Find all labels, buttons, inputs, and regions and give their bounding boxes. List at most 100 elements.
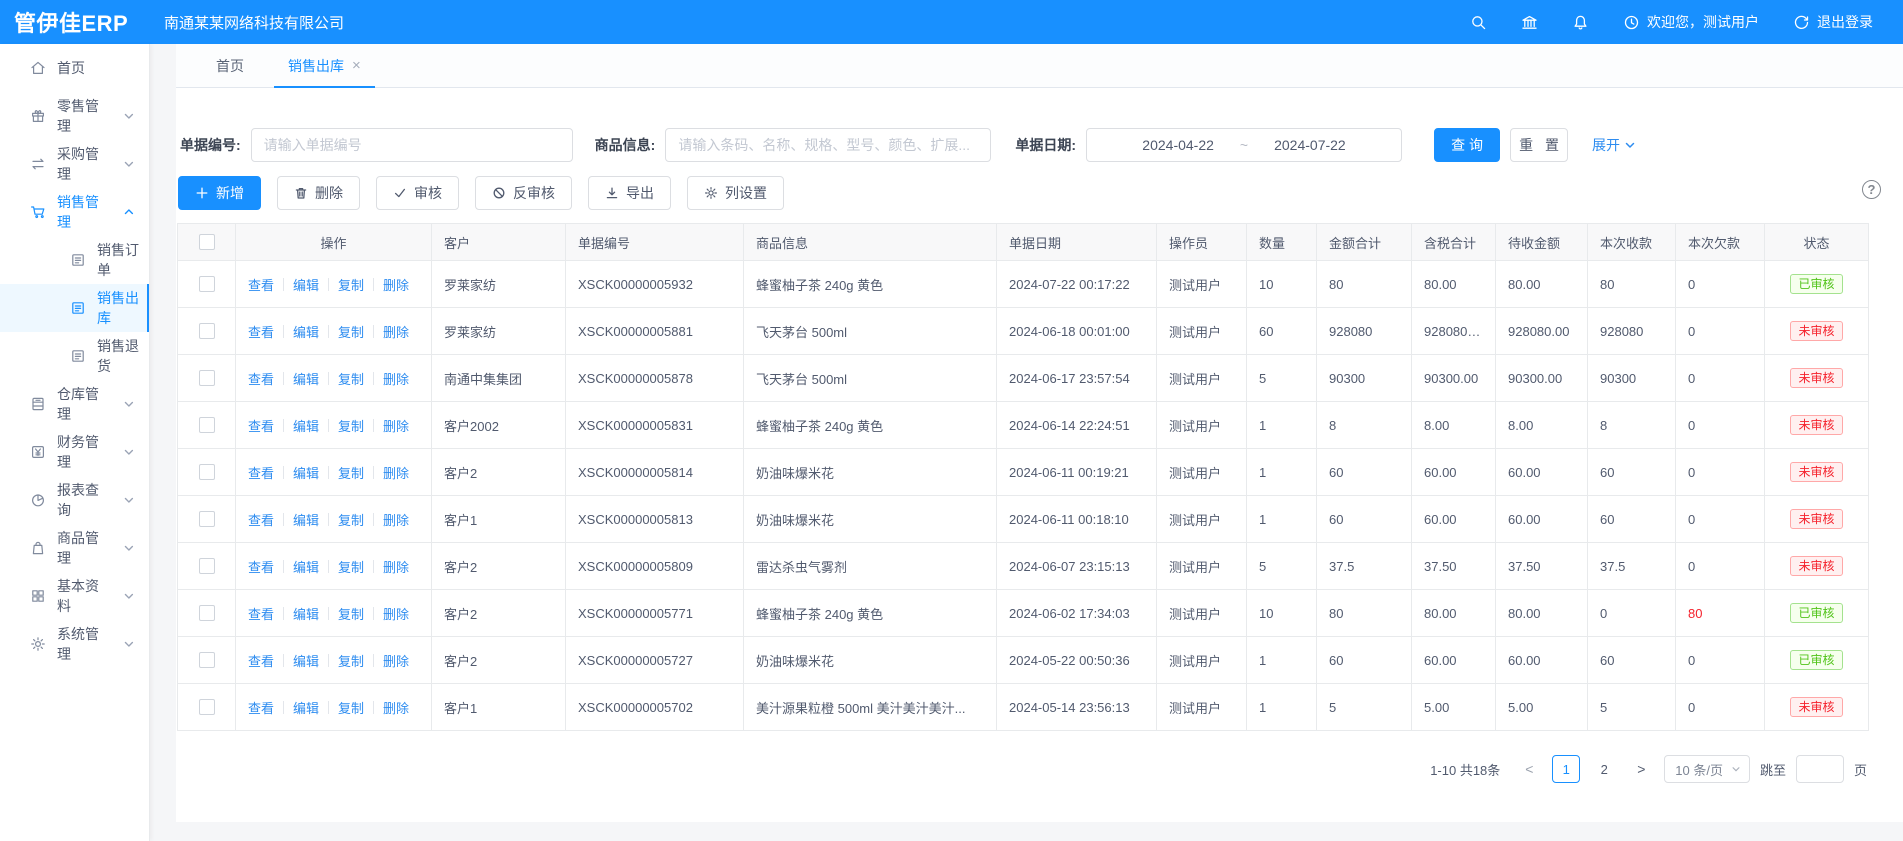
delete-link[interactable]: 删除 <box>383 604 409 623</box>
copy-link[interactable]: 复制 <box>338 369 364 388</box>
view-link[interactable]: 查看 <box>248 651 274 670</box>
date-range-picker[interactable]: 2024-04-22 ~ 2024-07-22 <box>1086 128 1402 162</box>
copy-link[interactable]: 复制 <box>338 416 364 435</box>
sidebar-item-sales-order[interactable]: 销售订单 <box>0 236 149 284</box>
delete-link[interactable]: 删除 <box>383 463 409 482</box>
sidebar-item-system[interactable]: 系统管理 <box>0 620 149 668</box>
bank-icon[interactable] <box>1521 14 1538 31</box>
delete-link[interactable]: 删除 <box>383 557 409 576</box>
edit-link[interactable]: 编辑 <box>293 557 319 576</box>
view-link[interactable]: 查看 <box>248 369 274 388</box>
export-button[interactable]: 导出 <box>588 176 671 210</box>
reset-button[interactable]: 重 置 <box>1510 128 1568 162</box>
copy-link[interactable]: 复制 <box>338 463 364 482</box>
view-link[interactable]: 查看 <box>248 510 274 529</box>
delete-link[interactable]: 删除 <box>383 416 409 435</box>
column-settings-button[interactable]: 列设置 <box>687 176 784 210</box>
bell-icon[interactable] <box>1572 14 1589 31</box>
audit-button[interactable]: 审核 <box>376 176 459 210</box>
edit-link[interactable]: 编辑 <box>293 369 319 388</box>
edit-link[interactable]: 编辑 <box>293 698 319 717</box>
search-button[interactable]: 查 询 <box>1434 128 1500 162</box>
delete-link[interactable]: 删除 <box>383 510 409 529</box>
sidebar-item-finance[interactable]: 财务管理 <box>0 428 149 476</box>
sidebar-item-reports[interactable]: 报表查询 <box>0 476 149 524</box>
search-icon[interactable] <box>1470 14 1487 31</box>
row-checkbox[interactable] <box>199 605 215 621</box>
product-info-input[interactable] <box>665 128 991 162</box>
date-start[interactable]: 2024-04-22 <box>1142 137 1214 153</box>
sidebar-item-warehouse[interactable]: 仓库管理 <box>0 380 149 428</box>
close-icon[interactable]: × <box>352 57 361 74</box>
home-icon <box>30 60 46 76</box>
next-page-button[interactable]: > <box>1628 756 1654 782</box>
row-checkbox[interactable] <box>199 652 215 668</box>
copy-link[interactable]: 复制 <box>338 651 364 670</box>
edit-link[interactable]: 编辑 <box>293 463 319 482</box>
row-checkbox[interactable] <box>199 558 215 574</box>
sidebar-item-sales[interactable]: 销售管理 <box>0 188 149 236</box>
row-checkbox[interactable] <box>199 511 215 527</box>
view-link[interactable]: 查看 <box>248 604 274 623</box>
cell-tax-total: 60.00 <box>1412 449 1496 496</box>
sidebar-item-basedata[interactable]: 基本资料 <box>0 572 149 620</box>
row-checkbox[interactable] <box>199 464 215 480</box>
edit-link[interactable]: 编辑 <box>293 416 319 435</box>
copy-link[interactable]: 复制 <box>338 557 364 576</box>
chevron-down-icon <box>1731 764 1741 774</box>
row-checkbox[interactable] <box>199 699 215 715</box>
edit-link[interactable]: 编辑 <box>293 604 319 623</box>
copy-link[interactable]: 复制 <box>338 275 364 294</box>
page-button-1[interactable]: 1 <box>1552 755 1580 783</box>
cell-received: 5 <box>1588 684 1676 731</box>
logout-button[interactable]: 退出登录 <box>1793 12 1873 32</box>
edit-link[interactable]: 编辑 <box>293 510 319 529</box>
swap-icon <box>30 156 46 172</box>
row-checkbox[interactable] <box>199 370 215 386</box>
tab-sales-outbound[interactable]: 销售出库 × <box>266 44 383 87</box>
help-icon[interactable]: ? <box>1862 180 1881 199</box>
copy-link[interactable]: 复制 <box>338 604 364 623</box>
row-checkbox[interactable] <box>199 323 215 339</box>
sidebar-item-home[interactable]: 首页 <box>0 44 149 92</box>
row-checkbox[interactable] <box>199 417 215 433</box>
expand-toggle[interactable]: 展开 <box>1592 135 1636 155</box>
sidebar-item-sales-return[interactable]: 销售退货 <box>0 332 149 380</box>
sidebar-item-products[interactable]: 商品管理 <box>0 524 149 572</box>
user-welcome[interactable]: 欢迎您，测试用户 <box>1623 12 1759 32</box>
delete-link[interactable]: 删除 <box>383 698 409 717</box>
unaudit-button[interactable]: 反审核 <box>475 176 572 210</box>
edit-link[interactable]: 编辑 <box>293 651 319 670</box>
status-badge: 已审核 <box>1790 274 1842 294</box>
sidebar-item-retail[interactable]: 零售管理 <box>0 92 149 140</box>
add-button[interactable]: 新增 <box>178 176 261 210</box>
row-checkbox[interactable] <box>199 276 215 292</box>
date-end[interactable]: 2024-07-22 <box>1274 137 1346 153</box>
copy-link[interactable]: 复制 <box>338 322 364 341</box>
cell-date: 2024-05-14 23:56:13 <box>997 684 1157 731</box>
view-link[interactable]: 查看 <box>248 416 274 435</box>
tab-home[interactable]: 首页 <box>194 44 266 87</box>
select-all-checkbox[interactable] <box>199 234 215 250</box>
bill-no-input[interactable] <box>251 128 573 162</box>
sidebar-item-purchase[interactable]: 采购管理 <box>0 140 149 188</box>
prev-page-button[interactable]: < <box>1516 756 1542 782</box>
view-link[interactable]: 查看 <box>248 322 274 341</box>
view-link[interactable]: 查看 <box>248 275 274 294</box>
copy-link[interactable]: 复制 <box>338 510 364 529</box>
delete-button[interactable]: 删除 <box>277 176 360 210</box>
copy-link[interactable]: 复制 <box>338 698 364 717</box>
jump-page-input[interactable] <box>1796 755 1844 783</box>
delete-link[interactable]: 删除 <box>383 651 409 670</box>
edit-link[interactable]: 编辑 <box>293 275 319 294</box>
view-link[interactable]: 查看 <box>248 463 274 482</box>
view-link[interactable]: 查看 <box>248 557 274 576</box>
sidebar-item-sales-outbound[interactable]: 销售出库 <box>0 284 149 332</box>
page-button-2[interactable]: 2 <box>1590 755 1618 783</box>
page-size-select[interactable]: 10 条/页 <box>1664 755 1750 783</box>
delete-link[interactable]: 删除 <box>383 322 409 341</box>
delete-link[interactable]: 删除 <box>383 275 409 294</box>
edit-link[interactable]: 编辑 <box>293 322 319 341</box>
view-link[interactable]: 查看 <box>248 698 274 717</box>
delete-link[interactable]: 删除 <box>383 369 409 388</box>
